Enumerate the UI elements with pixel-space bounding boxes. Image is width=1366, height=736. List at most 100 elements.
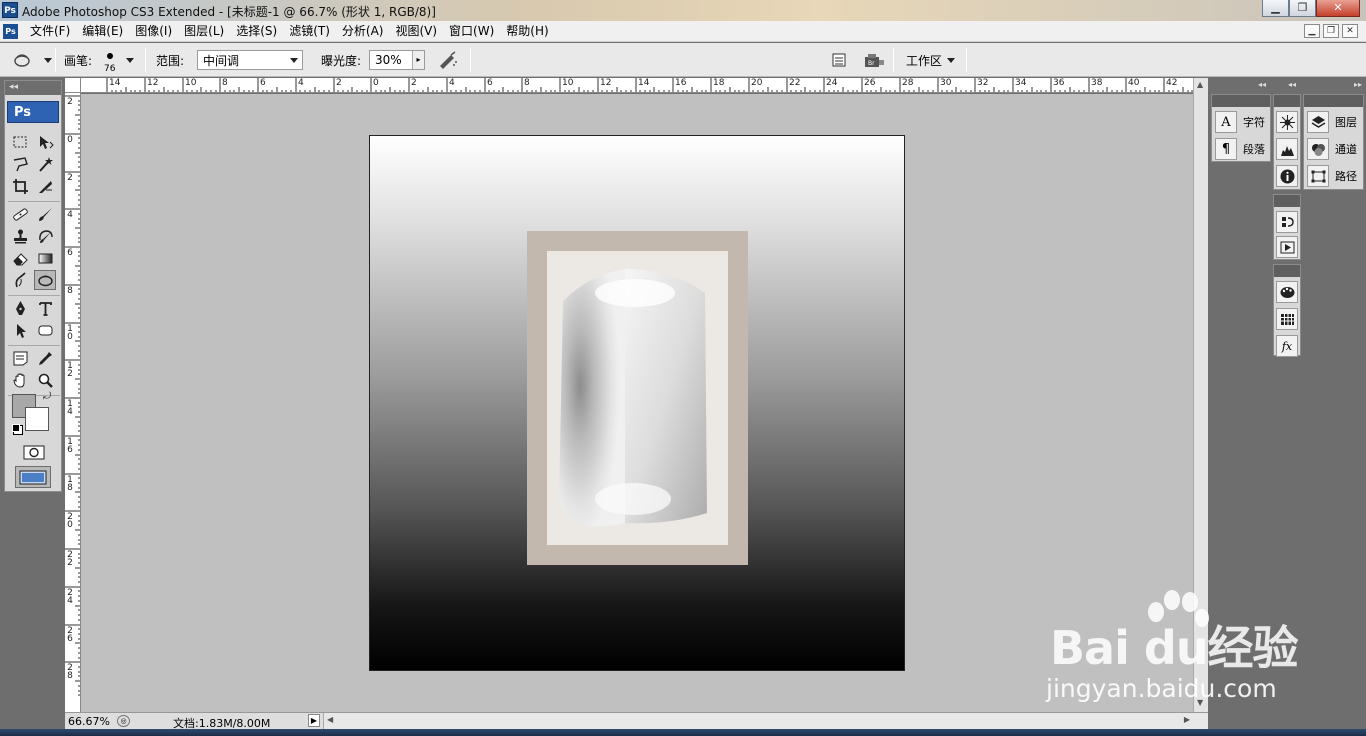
range-select[interactable]: 中间调 [197,50,303,70]
panel-color[interactable] [1276,280,1304,304]
shape-tool[interactable] [34,320,56,340]
panel-info[interactable] [1276,164,1304,188]
brush-picker[interactable]: 76 [98,43,138,77]
maximize-button[interactable]: ❐ [1289,0,1316,17]
lasso-tool[interactable] [9,154,31,174]
close-button[interactable]: ✕ [1316,0,1360,17]
doc-restore-button[interactable]: ❐ [1323,24,1339,38]
doc-minimize-button[interactable]: ▁ [1304,24,1320,38]
panel-character[interactable]: A 字符 [1215,110,1265,134]
dock-collapse-arrows-3[interactable]: ▸▸ [1354,80,1362,89]
panel-history[interactable] [1276,210,1304,234]
menu-select[interactable]: 选择(S) [230,24,283,39]
horizontal-ruler[interactable]: 14 12 10 8 6 4 2 0 2 4 6 8 10 12 14 16 18 20 22 24 26 28 30 32 3… [81,78,1193,93]
zoom-level[interactable]: 66.67% [68,715,110,728]
history-brush-tool[interactable] [34,226,56,246]
scroll-up-arrow[interactable]: ▲ [1197,80,1203,89]
workspace-menu[interactable]: 工作区 [906,43,956,77]
brush-icon [38,207,52,221]
menu-help[interactable]: 帮助(H) [500,24,554,39]
magic-wand-tool[interactable] [34,154,56,174]
dock-collapse-arrows-2[interactable]: ◂◂ [1288,80,1296,89]
palette-well-button[interactable] [831,43,847,77]
status-bar: 66.67% ◎ 文档:1.83M/8.00M ▶ ◀ ▶ [65,712,1208,730]
dodge-tool[interactable] [34,270,56,290]
clone-stamp-tool[interactable] [9,226,31,246]
swap-colors-icon[interactable]: ⤾ [43,391,51,402]
tool-preset-picker[interactable] [12,43,52,77]
eraser-icon [12,252,28,265]
panel-swatches[interactable] [1276,307,1304,331]
ruler-top-label: 8 [524,78,530,88]
menu-layer[interactable]: 图层(L) [178,24,230,39]
exposure-label: 曝光度: [321,53,362,68]
marquee-tool[interactable] [9,132,31,152]
panel-histogram[interactable] [1276,137,1304,161]
toolbox-collapse-handle[interactable]: ◂◂ [5,81,61,95]
watermark-url: jingyan.baidu.com [1046,674,1277,703]
doc-close-button[interactable]: ✕ [1342,24,1358,38]
screen-mode-button[interactable] [15,466,51,488]
picture-frame-mat [547,251,728,545]
blur-tool[interactable] [9,270,31,290]
path-selection-tool[interactable] [9,320,31,340]
status-menu-arrow[interactable]: ▶ [308,714,320,727]
default-colors-icon[interactable] [12,424,20,432]
ruler-top-label: 6 [260,78,266,88]
menu-analysis[interactable]: 分析(A) [336,24,390,39]
menu-image[interactable]: 图像(I) [129,24,178,39]
panel-layers[interactable]: 图层 [1307,110,1357,134]
note-icon [13,351,27,365]
document-canvas[interactable] [369,135,905,671]
menu-window[interactable]: 窗口(W) [443,24,500,39]
panel-character-label: 字符 [1243,116,1265,129]
scroll-left-arrow[interactable]: ◀ [327,715,333,724]
chevron-down-icon [290,57,298,63]
background-color-swatch[interactable] [25,407,49,431]
minimize-button[interactable]: ▁ [1262,0,1289,17]
eyedropper-tool[interactable] [34,348,56,368]
airbrush-toggle[interactable] [437,43,459,77]
panel-actions[interactable] [1276,235,1304,259]
gradient-tool[interactable] [34,248,56,268]
menu-edit[interactable]: 编辑(E) [76,24,129,39]
exposure-field[interactable]: 30% ▸ [369,50,425,70]
eraser-tool[interactable] [9,248,31,268]
panel-paragraph[interactable]: ¶ 段落 [1215,137,1265,161]
type-tool[interactable] [34,298,56,318]
hand-tool[interactable] [9,370,31,390]
panel-styles[interactable]: fx [1276,334,1304,358]
zoom-tool[interactable] [34,370,56,390]
move-icon [39,135,54,149]
healing-brush-tool[interactable] [9,204,31,224]
panel-paths[interactable]: 路径 [1307,164,1357,188]
document-workspace[interactable] [81,94,1193,712]
quick-mask-button[interactable] [21,442,47,462]
menu-view[interactable]: 视图(V) [389,24,443,39]
notes-tool[interactable] [9,348,31,368]
scroll-right-arrow[interactable]: ▶ [1184,715,1190,724]
dock-collapse-arrows[interactable]: ◂◂ [1258,80,1266,89]
status-info-icon[interactable]: ◎ [117,715,130,727]
panel-navigator[interactable] [1276,110,1304,134]
ruler-top-label: 34 [1015,78,1027,88]
panel-channels[interactable]: 通道 [1307,137,1357,161]
slice-tool[interactable] [34,176,56,196]
menu-filter[interactable]: 滤镜(T) [283,24,336,39]
pen-tool[interactable] [9,298,31,318]
ruler-left-label: 12 [67,361,73,379]
gradient-icon [38,253,52,263]
exposure-slider-button[interactable]: ▸ [412,51,424,69]
window-controls: ▁ ❐ ✕ [1262,0,1360,18]
ruler-left-label: 2 [67,97,73,107]
menu-file[interactable]: 文件(F) [24,24,76,39]
ruler-origin[interactable] [65,78,81,93]
history-panel-group [1273,194,1301,260]
horizontal-scrollbar[interactable]: ◀ ▶ [323,713,1208,730]
brush-tool[interactable] [34,204,56,224]
crop-tool[interactable] [9,176,31,196]
vertical-ruler[interactable]: 2 0 2 4 6 8 10 12 14 16 18 20 22 24 26 28 [65,93,81,712]
move-tool[interactable] [34,132,56,152]
bridge-button[interactable]: Br [862,43,886,77]
ruler-top-label: 22 [789,78,801,88]
